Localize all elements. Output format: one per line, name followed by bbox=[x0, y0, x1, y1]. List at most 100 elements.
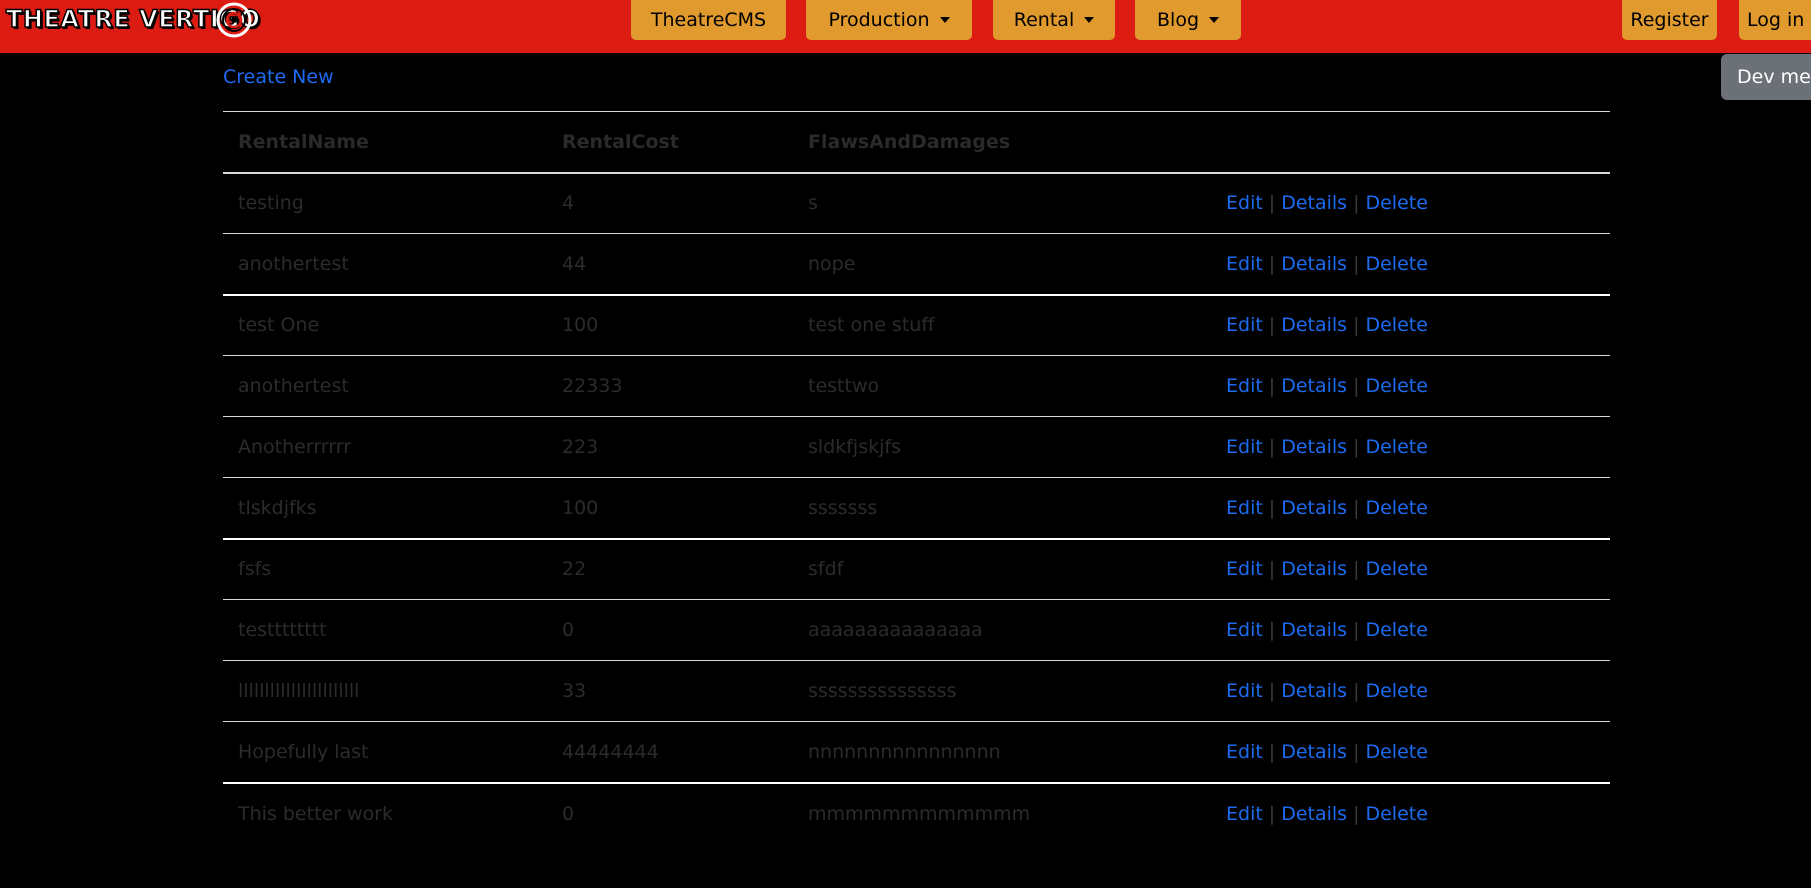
delete-link[interactable]: Delete bbox=[1365, 741, 1427, 763]
details-link[interactable]: Details bbox=[1281, 314, 1347, 336]
flaws-and-damages-cell: sfdf bbox=[808, 558, 844, 581]
delete-link[interactable]: Delete bbox=[1365, 436, 1427, 458]
action-separator: | bbox=[1353, 375, 1360, 397]
action-separator: | bbox=[1353, 802, 1360, 825]
dev-menu-label: Dev menu bbox=[1737, 66, 1811, 88]
action-separator: | bbox=[1268, 619, 1276, 641]
action-separator: | bbox=[1268, 192, 1276, 215]
action-separator: | bbox=[1268, 740, 1276, 763]
row-actions-cell: Edit | Details | Delete bbox=[1211, 478, 1610, 539]
login-label: Log in bbox=[1747, 9, 1805, 31]
action-separator: | bbox=[1353, 192, 1360, 215]
action-separator: | bbox=[1268, 375, 1276, 397]
rental-name-cell: This better work bbox=[238, 802, 394, 825]
rental-cost-cell: 100 bbox=[562, 496, 599, 519]
action-separator: | bbox=[1353, 252, 1360, 275]
delete-link[interactable]: Delete bbox=[1365, 314, 1427, 336]
edit-link[interactable]: Edit bbox=[1226, 436, 1263, 458]
vertigo-spiral-icon bbox=[216, 2, 252, 38]
delete-link[interactable]: Delete bbox=[1365, 497, 1427, 519]
chevron-down-icon bbox=[939, 17, 950, 23]
edit-link[interactable]: Edit bbox=[1226, 314, 1263, 336]
action-separator: | bbox=[1268, 802, 1276, 825]
edit-link[interactable]: Edit bbox=[1226, 680, 1263, 702]
create-new-link[interactable]: Create New bbox=[223, 64, 334, 90]
flaws-and-damages-cell: s bbox=[808, 192, 818, 215]
edit-link[interactable]: Edit bbox=[1226, 253, 1263, 275]
row-actions-cell: Edit | Details | Delete bbox=[1211, 661, 1610, 722]
row-actions-cell: Edit | Details | Delete bbox=[1211, 173, 1610, 234]
flaws-and-damages-cell: sssssss bbox=[808, 496, 878, 519]
details-link[interactable]: Details bbox=[1281, 497, 1347, 519]
rental-cost-cell: 0 bbox=[562, 802, 575, 825]
rental-cost-cell: 4 bbox=[562, 192, 575, 215]
action-separator: | bbox=[1353, 619, 1360, 641]
details-link[interactable]: Details bbox=[1281, 741, 1347, 763]
action-separator: | bbox=[1268, 252, 1276, 275]
nav-blog-dropdown[interactable]: Blog bbox=[1135, 0, 1241, 40]
row-actions-cell: Edit | Details | Delete bbox=[1211, 234, 1610, 295]
row-actions-cell: Edit | Details | Delete bbox=[1211, 539, 1610, 600]
dev-menu-tab[interactable]: Dev menu bbox=[1721, 54, 1811, 100]
details-link[interactable]: Details bbox=[1281, 803, 1347, 825]
details-link[interactable]: Details bbox=[1281, 680, 1347, 702]
details-link[interactable]: Details bbox=[1281, 558, 1347, 580]
flaws-and-damages-cell: mmmmmmmmmmmm bbox=[808, 802, 1031, 825]
edit-link[interactable]: Edit bbox=[1226, 741, 1263, 763]
login-button[interactable]: Log in bbox=[1739, 0, 1811, 40]
edit-link[interactable]: Edit bbox=[1226, 619, 1263, 641]
rental-name-cell: Hopefully last bbox=[238, 740, 369, 763]
table-row: testttttttt 0 aaaaaaaaaaaaaaa Edit | Details |… bbox=[223, 600, 1610, 661]
nav-production-dropdown[interactable]: Production bbox=[806, 0, 972, 40]
rentals-table-container: RentalName RentalCost FlawsAndDamages te… bbox=[223, 111, 1610, 844]
flaws-and-damages-cell: test one stuff bbox=[808, 314, 935, 337]
nav-rental-dropdown[interactable]: Rental bbox=[993, 0, 1115, 40]
edit-link[interactable]: Edit bbox=[1226, 803, 1263, 825]
details-link[interactable]: Details bbox=[1281, 619, 1347, 641]
rental-cost-cell: 44444444 bbox=[562, 740, 659, 763]
delete-link[interactable]: Delete bbox=[1365, 558, 1427, 580]
edit-link[interactable]: Edit bbox=[1226, 558, 1263, 580]
chevron-down-icon bbox=[1209, 17, 1219, 23]
flaws-and-damages-cell: nnnnnnnnnnnnnnnn bbox=[808, 740, 1001, 763]
rental-name-cell: testing bbox=[238, 192, 304, 215]
register-button[interactable]: Register bbox=[1622, 0, 1717, 40]
nav-rental-label: Rental bbox=[1013, 9, 1075, 31]
action-separator: | bbox=[1268, 496, 1276, 519]
rentals-table: RentalName RentalCost FlawsAndDamages te… bbox=[223, 111, 1610, 844]
flaws-and-damages-cell: sssssssssssssss bbox=[808, 680, 957, 702]
nav-theatrecms-button[interactable]: TheatreCMS bbox=[631, 0, 786, 40]
row-actions-cell: Edit | Details | Delete bbox=[1211, 417, 1610, 478]
table-row: fsfs 22 sfdf Edit | Details | Delete bbox=[223, 539, 1610, 600]
delete-link[interactable]: Delete bbox=[1365, 619, 1427, 641]
flaws-and-damages-cell: nope bbox=[808, 252, 856, 275]
edit-link[interactable]: Edit bbox=[1226, 192, 1263, 214]
edit-link[interactable]: Edit bbox=[1226, 497, 1263, 519]
row-actions-cell: Edit | Details | Delete bbox=[1211, 722, 1610, 783]
details-link[interactable]: Details bbox=[1281, 375, 1347, 397]
table-row: testing 4 s Edit | Details | Delete bbox=[223, 173, 1610, 234]
details-link[interactable]: Details bbox=[1281, 192, 1347, 214]
delete-link[interactable]: Delete bbox=[1365, 192, 1427, 214]
table-header-row: RentalName RentalCost FlawsAndDamages bbox=[223, 111, 1610, 173]
rental-name-cell: anothertest bbox=[238, 375, 349, 397]
action-separator: | bbox=[1268, 436, 1276, 458]
edit-link[interactable]: Edit bbox=[1226, 375, 1263, 397]
details-link[interactable]: Details bbox=[1281, 436, 1347, 458]
row-actions-cell: Edit | Details | Delete bbox=[1211, 356, 1610, 417]
chevron-down-icon bbox=[1084, 17, 1095, 23]
action-separator: | bbox=[1353, 436, 1360, 458]
delete-link[interactable]: Delete bbox=[1365, 803, 1427, 825]
table-row: tlskdjfks 100 sssssss Edit | Details | Delete bbox=[223, 478, 1610, 539]
delete-link[interactable]: Delete bbox=[1365, 375, 1427, 397]
delete-link[interactable]: Delete bbox=[1365, 680, 1427, 702]
column-header-actions bbox=[1211, 112, 1610, 173]
column-header-rental-cost: RentalCost bbox=[562, 130, 679, 153]
delete-link[interactable]: Delete bbox=[1365, 253, 1427, 275]
row-actions-cell: Edit | Details | Delete bbox=[1211, 600, 1610, 661]
rental-name-cell: test One bbox=[238, 314, 320, 337]
flaws-and-damages-cell: aaaaaaaaaaaaaaa bbox=[808, 619, 983, 641]
rental-cost-cell: 223 bbox=[562, 436, 599, 458]
rental-cost-cell: 0 bbox=[562, 619, 575, 641]
details-link[interactable]: Details bbox=[1281, 253, 1347, 275]
